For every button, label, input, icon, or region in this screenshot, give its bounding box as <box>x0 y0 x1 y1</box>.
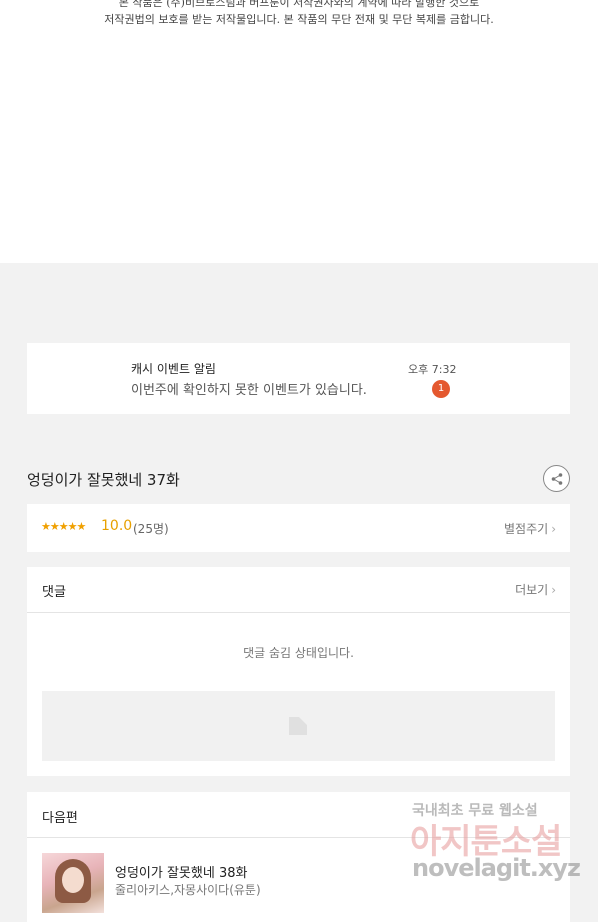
rating-score: 10.0 <box>101 518 133 534</box>
share-icon <box>551 472 562 485</box>
rating-card: ★★★★★ 10.0 (25명) 별점주기 › <box>27 504 570 552</box>
image-placeholder-icon <box>289 717 307 735</box>
rate-button-label: 별점주기 <box>504 522 549 536</box>
thumbnail-face <box>62 867 84 893</box>
comments-hidden-message: 댓글 숨김 상태입니다. <box>243 646 354 660</box>
notification-time: 오후 7:32 <box>408 363 457 376</box>
notification-badge: 1 <box>432 380 450 398</box>
rating-count: (25명) <box>133 522 169 536</box>
comments-heading: 댓글 <box>42 585 66 600</box>
comments-section: 댓글 더보기 › 댓글 숨김 상태입니다. <box>27 567 570 776</box>
copyright-line-1: 본 작품은 (주)비브로스팀과 버프툰이 저작권자와의 계약에 따라 발행한 것… <box>118 0 480 9</box>
more-label: 더보기 <box>515 583 549 597</box>
comments-more-button[interactable]: 더보기 › <box>515 581 556 598</box>
episode-title: 엉덩이가 잘못했네 37화 <box>27 471 180 489</box>
next-episode-heading: 다음편 <box>42 811 78 826</box>
chevron-right-icon: › <box>551 583 556 597</box>
cash-event-notification[interactable]: 캐시 이벤트 알림 이번주에 확인하지 못한 이벤트가 있습니다. 오후 7:3… <box>27 343 570 414</box>
star-rating-icons: ★★★★★ <box>41 520 86 533</box>
next-episode-title[interactable]: 엉덩이가 잘못했네 38화 <box>115 862 247 881</box>
episode-footer-area: 본 작품은 (주)비브로스팀과 버프툰이 저작권자와의 계약에 따라 발행한 것… <box>0 0 598 263</box>
rate-button[interactable]: 별점주기 › <box>504 520 556 537</box>
copyright-notice: 본 작품은 (주)비브로스팀과 버프툰이 저작권자와의 계약에 따라 발행한 것… <box>0 0 598 28</box>
chevron-right-icon: › <box>551 522 556 536</box>
notification-title: 캐시 이벤트 알림 <box>131 362 216 376</box>
comment-placeholder <box>42 691 555 761</box>
notification-body: 이번주에 확인하지 못한 이벤트가 있습니다. <box>131 383 367 398</box>
copyright-line-2: 저작권법의 보호를 받는 저작물입니다. 본 작품의 무단 전재 및 무단 복제… <box>104 13 494 26</box>
share-button[interactable] <box>543 465 570 492</box>
next-episode-author: 줄리아키스,자몽사이다(유툰) <box>115 883 261 897</box>
next-episode-section: 다음편 엉덩이가 잘못했네 38화 줄리아키스,자몽사이다(유툰) <box>27 792 570 922</box>
divider <box>27 837 570 838</box>
divider <box>27 612 570 613</box>
next-episode-thumbnail[interactable] <box>42 853 104 913</box>
